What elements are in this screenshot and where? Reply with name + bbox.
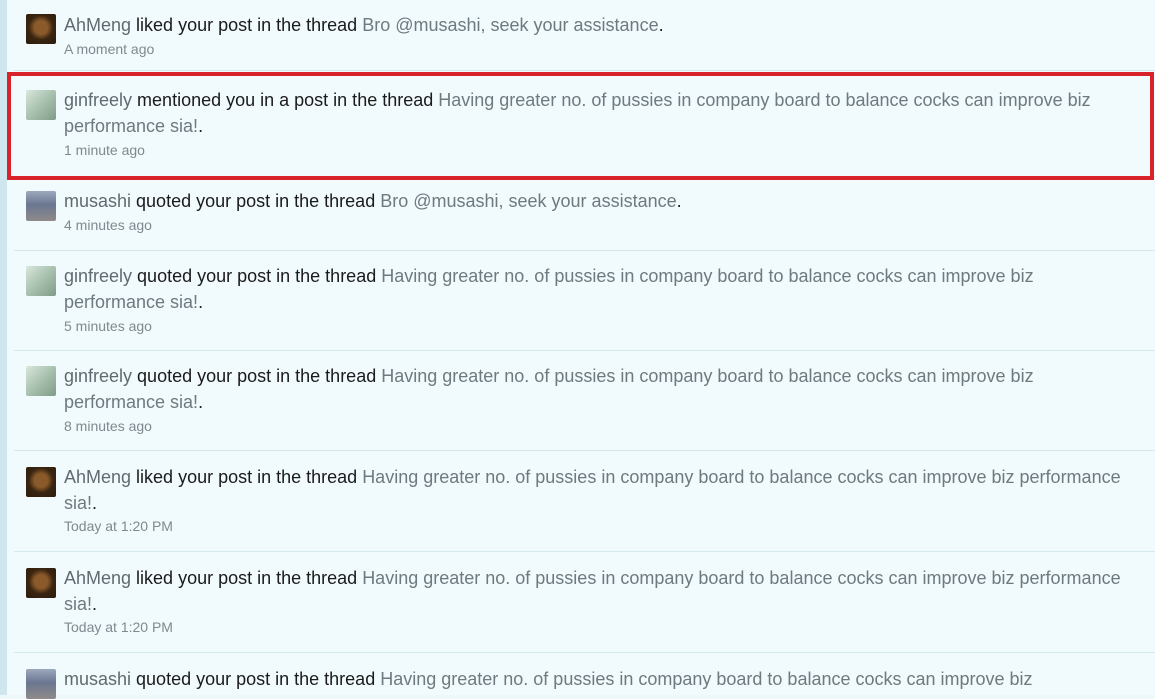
notification-feed: AhMeng liked your post in the thread Bro… [0, 0, 1155, 699]
thread-link[interactable]: Bro @musashi, seek your assistance [380, 191, 676, 211]
list-item[interactable]: ginfreely quoted your post in the thread… [14, 251, 1155, 351]
timestamp: Today at 1:20 PM [64, 619, 173, 635]
action-text: quoted your post in the thread [132, 366, 382, 386]
thread-link[interactable]: Bro @musashi, seek your assistance [362, 15, 658, 35]
highlight-box [7, 72, 1154, 180]
avatar[interactable] [26, 467, 56, 497]
punctuation: . [92, 594, 98, 614]
list-item[interactable]: musashi quoted your post in the thread H… [14, 653, 1155, 699]
timestamp: 5 minutes ago [64, 318, 152, 334]
avatar[interactable] [26, 191, 56, 221]
list-item[interactable]: AhMeng liked your post in the thread Hav… [14, 552, 1155, 653]
punctuation: . [198, 392, 204, 412]
list-item[interactable]: AhMeng liked your post in the thread Bro… [14, 0, 1155, 71]
user-link[interactable]: AhMeng [64, 467, 131, 487]
action-text: liked your post in the thread [131, 15, 363, 35]
action-text: quoted your post in the thread [131, 191, 381, 211]
list-item[interactable]: musashi quoted your post in the thread B… [14, 177, 1155, 251]
user-link[interactable]: musashi [64, 191, 131, 211]
user-link[interactable]: ginfreely [64, 366, 132, 386]
action-text: liked your post in the thread [131, 568, 363, 588]
avatar[interactable] [26, 266, 56, 296]
timestamp: 8 minutes ago [64, 418, 152, 434]
user-link[interactable]: ginfreely [64, 266, 132, 286]
action-text: quoted your post in the thread [131, 669, 381, 689]
action-text: liked your post in the thread [131, 467, 363, 487]
user-link[interactable]: AhMeng [64, 568, 131, 588]
timestamp: A moment ago [64, 41, 155, 57]
punctuation: . [198, 292, 204, 312]
timestamp: 4 minutes ago [64, 217, 152, 233]
user-link[interactable]: AhMeng [64, 15, 131, 35]
avatar[interactable] [26, 568, 56, 598]
timestamp: Today at 1:20 PM [64, 518, 173, 534]
avatar[interactable] [26, 14, 56, 44]
list-item[interactable]: ginfreely quoted your post in the thread… [14, 351, 1155, 451]
punctuation: . [658, 15, 664, 35]
action-text: quoted your post in the thread [132, 266, 382, 286]
list-item[interactable]: AhMeng liked your post in the thread Hav… [14, 451, 1155, 552]
punctuation: . [92, 493, 98, 513]
thread-link[interactable]: Having greater no. of pussies in company… [380, 669, 1032, 689]
user-link[interactable]: musashi [64, 669, 131, 689]
punctuation: . [676, 191, 682, 211]
avatar[interactable] [26, 366, 56, 396]
